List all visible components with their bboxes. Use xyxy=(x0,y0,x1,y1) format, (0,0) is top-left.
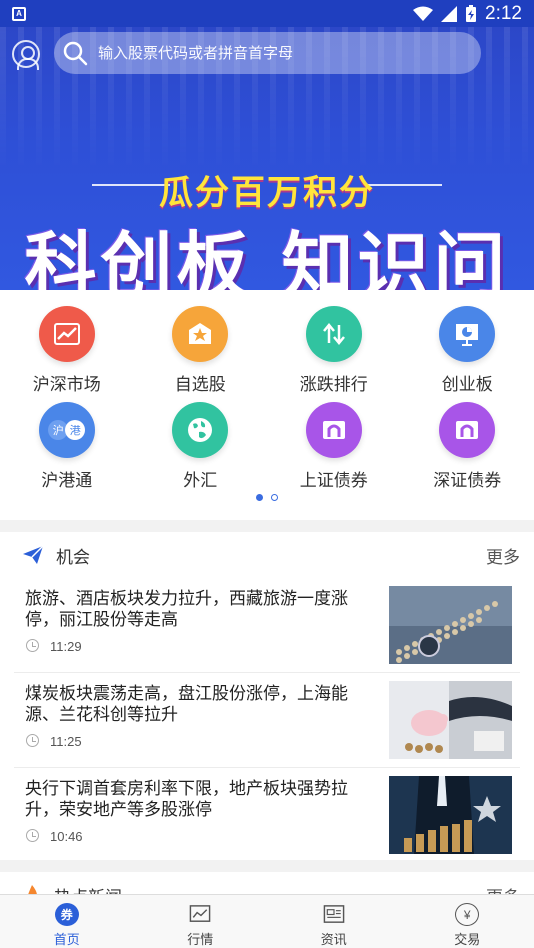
trend-chart-icon xyxy=(38,306,95,362)
nav-label: 资讯 xyxy=(320,932,347,947)
nav-news[interactable]: 资讯 xyxy=(267,895,401,948)
status-indicators: 2:12 xyxy=(413,3,522,25)
more-link[interactable]: 更多 xyxy=(486,543,520,568)
news-thumbnail-coins xyxy=(389,586,512,664)
paper-plane-icon xyxy=(23,545,44,564)
menu-label: 外汇 xyxy=(183,471,218,490)
menu-label: 深证债券 xyxy=(433,471,502,490)
menu-item-forex[interactable]: 外汇 xyxy=(134,402,268,490)
bottom-navigation: 券 首页 行情 资讯 ¥ 交易 xyxy=(0,894,534,948)
clock-icon xyxy=(26,734,39,747)
user-avatar-icon[interactable] xyxy=(12,40,40,70)
hk-connect-icon: 沪 港 xyxy=(38,402,95,458)
news-time: 11:29 xyxy=(50,639,82,654)
news-title: 央行下调首套房利率下限，地产板块强势拉升，荣安地产等多股涨停 xyxy=(25,779,348,819)
menu-item-chinext[interactable]: 创业板 xyxy=(401,306,534,394)
star-icon xyxy=(172,306,229,362)
search-bar[interactable] xyxy=(54,32,481,74)
news-time: 10:46 xyxy=(50,829,83,844)
nav-label: 首页 xyxy=(53,932,80,947)
menu-item-gainers-losers[interactable]: 涨跌排行 xyxy=(267,306,401,394)
news-thumbnail-piggy-bank xyxy=(389,681,512,759)
menu-label: 上证债券 xyxy=(299,471,368,490)
news-item[interactable]: 央行下调首套房利率下限，地产板块强势拉升，荣安地产等多股涨停 10:46 xyxy=(0,768,534,863)
status-time: 2:12 xyxy=(485,2,522,24)
menu-item-shenzhen-bonds[interactable]: 深证债券 xyxy=(401,402,534,490)
quick-menu-grid: 沪深市场 自选股 涨跌排行 创业板 沪 港 沪港通 外汇 上证债券 深证债券 xyxy=(0,306,534,490)
battery-icon xyxy=(466,4,477,22)
nav-trade[interactable]: ¥ 交易 xyxy=(401,895,534,948)
menu-item-watchlist[interactable]: 自选股 xyxy=(134,306,268,394)
news-icon xyxy=(323,905,345,923)
yuan-icon: ¥ xyxy=(455,903,480,926)
search-input[interactable] xyxy=(98,44,458,62)
home-icon: 券 xyxy=(54,903,79,926)
news-title: 煤炭板块震荡走高，盘江股份涨停，上海能源、兰花科创等拉升 xyxy=(25,684,348,724)
menu-item-shanghai-bonds[interactable]: 上证债券 xyxy=(267,402,401,490)
news-thumbnail-businessman xyxy=(389,776,512,854)
clock-icon xyxy=(26,829,39,842)
banner-title: 科创板 知识问答 xyxy=(24,224,510,290)
clock-icon xyxy=(26,639,39,652)
globe-icon xyxy=(172,402,229,458)
menu-item-shanghai-shenzhen-market[interactable]: 沪深市场 xyxy=(0,306,134,394)
news-time: 11:25 xyxy=(50,734,82,749)
market-chart-icon xyxy=(189,905,211,922)
search-icon xyxy=(63,41,88,66)
menu-label: 沪深市场 xyxy=(32,375,101,394)
news-title: 旅游、酒店板块发力拉升，西藏旅游一度涨停，丽江股份等走高 xyxy=(25,589,348,629)
opportunities-section: 机会 更多 旅游、酒店板块发力拉升，西藏旅游一度涨停，丽江股份等走高 11:29 xyxy=(0,532,534,860)
hk-connect-char-hongkong: 港 xyxy=(65,420,86,440)
menu-label: 沪港通 xyxy=(41,471,93,490)
bond-icon xyxy=(305,402,362,458)
nav-market[interactable]: 行情 xyxy=(134,895,268,948)
nav-label: 交易 xyxy=(454,932,481,947)
signal-icon xyxy=(441,5,458,22)
page-dot[interactable] xyxy=(271,494,278,501)
status-bar: A 2:12 xyxy=(0,0,534,27)
section-title: 机会 xyxy=(56,547,90,567)
nav-label: 行情 xyxy=(187,932,214,947)
menu-label: 涨跌排行 xyxy=(299,375,368,394)
section-header: 机会 更多 xyxy=(0,532,534,578)
page-dot-active[interactable] xyxy=(256,494,263,501)
bond-icon xyxy=(439,402,496,458)
menu-label: 自选股 xyxy=(174,375,226,394)
nav-home[interactable]: 券 首页 xyxy=(0,895,134,948)
menu-label: 创业板 xyxy=(441,375,493,394)
menu-page-indicator xyxy=(0,494,534,501)
up-down-arrows-icon xyxy=(305,306,362,362)
app-root: A 2:12 瓜分百万积分 科创板 知识问答 沪深市场 xyxy=(0,0,534,948)
menu-item-hk-connect[interactable]: 沪 港 沪港通 xyxy=(0,402,134,490)
app-notification-icon: A xyxy=(12,6,26,21)
quick-menu-panel: 沪深市场 自选股 涨跌排行 创业板 沪 港 沪港通 外汇 上证债券 深证债券 xyxy=(0,290,534,520)
news-item[interactable]: 煤炭板块震荡走高，盘江股份涨停，上海能源、兰花科创等拉升 11:25 xyxy=(0,673,534,768)
news-item[interactable]: 旅游、酒店板块发力拉升，西藏旅游一度涨停，丽江股份等走高 11:29 xyxy=(0,578,534,673)
presentation-pie-icon xyxy=(439,306,496,362)
wifi-icon xyxy=(413,6,434,21)
